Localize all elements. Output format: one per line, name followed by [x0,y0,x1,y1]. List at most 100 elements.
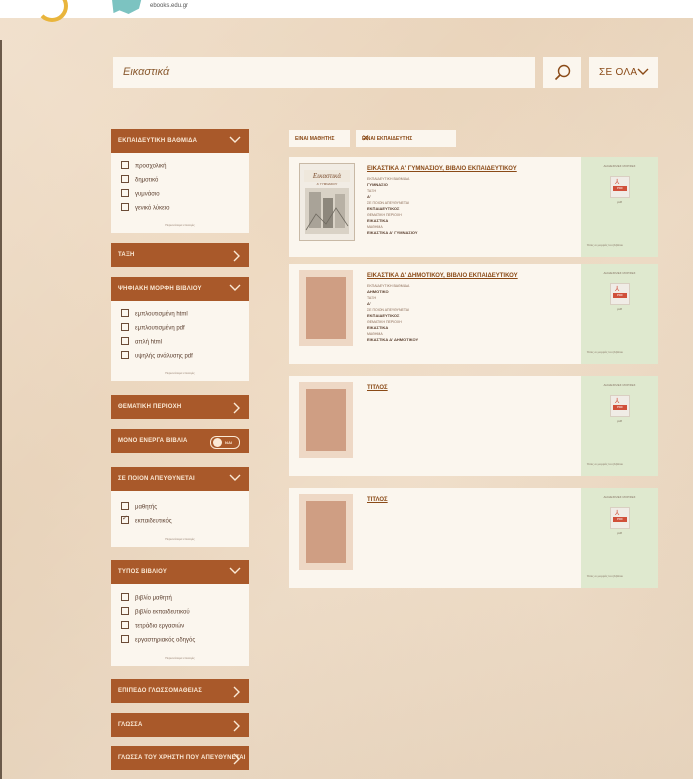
meta-label: ΜΑΘΗΜΑ [367,225,383,229]
checkbox[interactable] [121,621,129,629]
chip-label: ΕΙΝΑΙ ΜΑΘΗΤΗΣ [295,136,335,142]
option-teacher[interactable]: εκπαιδευτικός [121,514,172,525]
book-cover-placeholder[interactable] [299,494,353,570]
meta-label: ΤΑΞΗ [367,296,377,300]
filter-title: ΜΟΝΟ ΕΝΕΡΓΑ ΒΙΒΛΙΑ [118,438,188,444]
filter-book-type-header[interactable]: ΤΥΠΟΣ ΒΙΒΛΙΟΥ [111,560,249,584]
filter-language-header[interactable]: ΓΛΩΣΣΑ [111,713,249,737]
meta-value: ΓΥΜΝΑΣΙΟ [367,182,388,187]
option-student-book[interactable]: βιβλίο μαθητή [121,593,172,602]
filter-title: ΕΚΠΑΙΔΕΥΤΙΚΗ ΒΑΘΜΙΔΑ [118,138,198,144]
site-header: ebooks.edu.gr [0,0,693,22]
all-formats-link[interactable]: Όλες οι μορφές του βιβλίου [587,350,623,354]
search-input[interactable]: Εικαστικά [113,57,535,88]
result-card: Εικαστικά Α' ΓΥΜΝΑΣΙΟΥ ΕΙΚΑΣΤΙΚΑ Α' ΓΥΜΝ… [289,157,658,257]
result-title-link[interactable]: ΕΙΚΑΣΤΙΚΑ Α' ΓΥΜΝΑΣΙΟΥ, ΒΙΒΛΙΟ ΕΚΠΑΙΔΕΥΤ… [367,166,517,172]
filter-educational-level-header[interactable]: ΕΚΠΑΙΔΕΥΤΙΚΗ ΒΑΘΜΙΔΑ [111,129,249,153]
toggle-knob [213,438,222,447]
option-simple-html[interactable]: απλή html [121,337,162,346]
pdf-icon[interactable]: ⅄ PDF [610,176,630,198]
option-workbook[interactable]: τετράδιο εργασιών [121,621,184,630]
option-lab-guide[interactable]: εργαστηριακός οδηγός [121,635,195,644]
more-options-link[interactable]: Περισσότερα επιλογές [111,537,249,541]
filter-class-header[interactable]: ΤΑΞΗ [111,243,249,267]
filter-digital-form-header[interactable]: ΨΗΦΙΑΚΗ ΜΟΡΦΗ ΒΙΒΛΙΟΥ [111,277,249,301]
filter-user-language-header[interactable]: ΓΛΩΣΣΑ ΤΟΥ ΧΡΗΣΤΗ ΠΟΥ ΑΠΕΥΘΥΝΕΤΑΙ [111,746,249,770]
search-scope-dropdown[interactable]: ΣΕ ΟΛΑ [589,57,658,88]
format-label: pdf [617,531,622,535]
active-only-toggle[interactable]: ΝΑΙ [210,436,240,449]
logo-icon[interactable] [36,0,68,22]
book-cover-image[interactable]: Εικαστικά Α' ΓΥΜΝΑΣΙΟΥ [299,163,355,241]
close-icon[interactable]: ✕ [362,133,451,144]
option-gymnasium[interactable]: γυμνάσιο [121,189,160,198]
checkbox[interactable] [121,607,129,615]
checkbox[interactable] [121,175,129,183]
all-formats-link[interactable]: Όλες οι μορφές του βιβλίου [587,462,623,466]
filter-subject-area-header[interactable]: ΘΕΜΑΤΙΚΗ ΠΕΡΙΟΧΗ [111,395,249,419]
chevron-right-icon [233,753,240,765]
search-icon [554,64,571,81]
filter-title: ΘΕΜΑΤΙΚΗ ΠΕΡΙΟΧΗ [118,404,182,410]
checkbox[interactable] [121,502,129,510]
book-cover-placeholder[interactable] [299,270,353,346]
pdf-icon[interactable]: ⅄ PDF [610,507,630,529]
option-student[interactable]: μαθητής [121,502,157,511]
checkbox-checked[interactable] [121,514,129,524]
more-options-link[interactable]: Περισσότερα επιλογές [111,371,249,375]
result-card: ΕΙΚΑΣΤΙΚΑ Δ' ΔΗΜΟΤΙΚΟΥ, ΒΙΒΛΙΟ ΕΚΠΑΙΔΕΥΤ… [289,264,658,364]
search-value: Εικαστικά [123,66,170,78]
meta-label: ΘΕΜΑΤΙΚΗ ΠΕΡΙΟΧΗ [367,213,402,217]
option-lyceum[interactable]: γενικό λύκειο [121,203,169,212]
checkbox[interactable] [121,323,129,331]
filter-audience-header[interactable]: ΣΕ ΠΟΙΟΝ ΑΠΕΥΘΥΝΕΤΑΙ [111,467,249,491]
option-hires-pdf[interactable]: υψηλής ανάλυσης pdf [121,351,193,360]
filter-title: ΕΠΙΠΕΔΟ ΓΛΩΣΣΟΜΑΘΕΙΑΣ [118,688,203,694]
result-title-link[interactable]: ΤΙΤΛΟΣ [367,497,388,503]
site-url[interactable]: ebooks.edu.gr [150,3,188,9]
cover-illustration: Εικαστικά Α' ΓΥΜΝΑΣΙΟΥ [304,170,350,234]
all-formats-link[interactable]: Όλες οι μορφές του βιβλίου [587,574,623,578]
book-cover-placeholder[interactable] [299,382,353,458]
chevron-down-icon [229,136,241,143]
option-preschool[interactable]: προσχολική [121,161,166,170]
filter-options: εμπλουτισμένη html εμπλουτισμένη pdf απλ… [111,301,249,381]
result-title-link[interactable]: ΤΙΤΛΟΣ [367,385,388,391]
checkbox[interactable] [121,203,129,211]
formats-panel: ΔΙΑΘΕΣΙΜΕΣ ΜΟΡΦΕΣ ⅄ PDF pdf Όλες οι μορφέ… [581,264,658,364]
more-options-link[interactable]: Περισσότερα επιλογές [111,656,249,660]
chevron-right-icon [233,402,240,414]
chevron-down-icon [229,567,241,574]
option-enriched-html[interactable]: εμπλουτισμένη html [121,309,188,318]
pdf-icon[interactable]: ⅄ PDF [610,283,630,305]
formats-header: ΔΙΑΘΕΣΙΜΕΣ ΜΟΡΦΕΣ [603,271,636,275]
result-card: ΤΙΤΛΟΣ ΔΙΑΘΕΣΙΜΕΣ ΜΟΡΦΕΣ ⅄ PDF pdf Όλες ο… [289,376,658,476]
checkbox[interactable] [121,351,129,359]
pdf-icon[interactable]: ⅄ PDF [610,395,630,417]
checkbox[interactable] [121,189,129,197]
meta-label: ΣΕ ΠΟΙΟΝ ΑΠΕΥΘΥΝΕΤΑΙ [367,308,410,312]
chip-teacher[interactable]: ΕΙΝΑΙ ΕΚΠΑΙΔΕΥΤΗΣ ✕ [356,130,456,147]
filter-active-only-header: ΜΟΝΟ ΕΝΕΡΓΑ ΒΙΒΛΙΑ ΝΑΙ [111,429,249,453]
option-enriched-pdf[interactable]: εμπλουτισμένη pdf [121,323,185,332]
format-label: pdf [617,307,622,311]
option-teacher-book[interactable]: βιβλίο εκπαιδευτικού [121,607,190,616]
checkbox[interactable] [121,337,129,345]
greece-map-icon[interactable] [112,0,142,14]
checkbox[interactable] [121,161,129,169]
checkbox[interactable] [121,635,129,643]
chip-student[interactable]: ΕΙΝΑΙ ΜΑΘΗΤΗΣ [289,130,350,147]
checkbox[interactable] [121,309,129,317]
more-options-link[interactable]: Περισσότερα επιλογές [111,223,249,227]
filter-options: προσχολική δημοτικό γυμνάσιο γενικό λύκε… [111,153,249,233]
all-formats-link[interactable]: Όλες οι μορφές του βιβλίου [587,243,623,247]
result-title-link[interactable]: ΕΙΚΑΣΤΙΚΑ Δ' ΔΗΜΟΤΙΚΟΥ, ΒΙΒΛΙΟ ΕΚΠΑΙΔΕΥΤ… [367,273,518,279]
checkbox[interactable] [121,593,129,601]
option-primary[interactable]: δημοτικό [121,175,158,184]
scope-label: ΣΕ ΟΛΑ [599,67,638,78]
format-label: pdf [617,419,622,423]
search-button[interactable] [543,57,581,88]
filter-language-level-header[interactable]: ΕΠΙΠΕΔΟ ΓΛΩΣΣΟΜΑΘΕΙΑΣ [111,679,249,703]
meta-value: ΕΙΚΑΣΤΙΚΑ Α' ΓΥΜΝΑΣΙΟΥ [367,230,418,235]
result-card: ΤΙΤΛΟΣ ΔΙΑΘΕΣΙΜΕΣ ΜΟΡΦΕΣ ⅄ PDF pdf Όλες ο… [289,488,658,588]
